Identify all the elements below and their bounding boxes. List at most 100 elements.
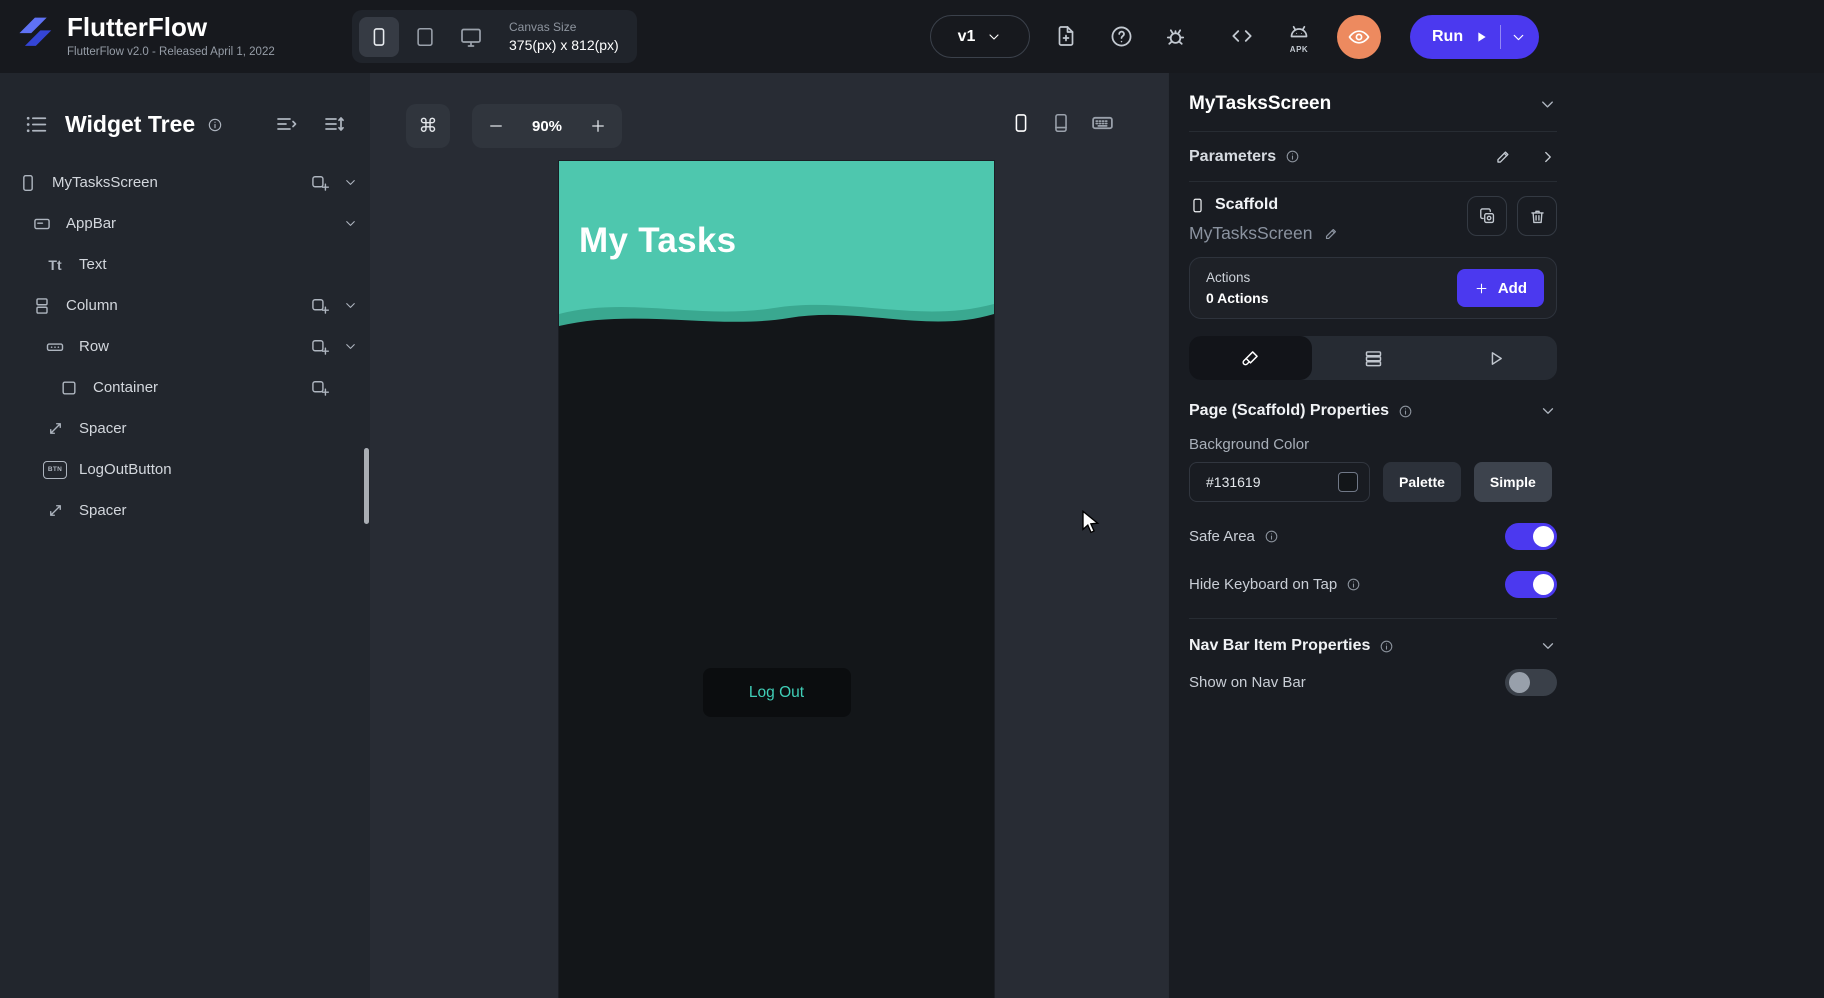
safe-area-row: Safe Area — [1189, 523, 1557, 550]
phone-dock-view-button[interactable] — [1050, 112, 1072, 134]
delete-widget-button[interactable] — [1517, 196, 1557, 236]
chevron-right-icon — [1545, 151, 1551, 162]
chevron-down-icon[interactable] — [1539, 402, 1557, 420]
appbar-wave-decoration — [559, 288, 994, 326]
parameters-row[interactable]: Parameters — [1189, 132, 1557, 181]
pencil-icon — [1325, 229, 1336, 240]
add-widget-icon[interactable] — [310, 296, 330, 316]
copy-widget-button[interactable] — [1467, 196, 1507, 236]
chevron-down-icon[interactable] — [343, 216, 358, 231]
version-label: v1 — [957, 27, 976, 45]
info-icon[interactable] — [1264, 529, 1279, 544]
button-widget-icon: BTN — [43, 460, 67, 479]
chevron-down-icon[interactable] — [1539, 637, 1557, 655]
info-icon[interactable] — [207, 117, 223, 133]
show-on-navbar-toggle[interactable] — [1505, 669, 1557, 696]
device-desktop-button[interactable] — [451, 17, 491, 57]
tree-item-logoutbutton[interactable]: BTN LogOutButton — [0, 449, 370, 490]
chevron-down-icon[interactable] — [343, 339, 358, 354]
add-widget-icon[interactable] — [310, 337, 330, 357]
collapse-all-button[interactable] — [274, 113, 298, 137]
tree-item-spacer[interactable]: Spacer — [0, 408, 370, 449]
parameters-label: Parameters — [1189, 147, 1277, 165]
phone-preview[interactable]: My Tasks Log Out — [559, 161, 994, 998]
navbar-properties-title: Nav Bar Item Properties — [1189, 637, 1371, 654]
info-icon[interactable] — [1285, 149, 1300, 164]
tree-item-label: Text — [79, 256, 107, 273]
keyboard-view-button[interactable] — [1090, 110, 1115, 135]
page-properties-header[interactable]: Page (Scaffold) Properties — [1189, 402, 1557, 420]
navbar-properties-header[interactable]: Nav Bar Item Properties — [1189, 637, 1557, 655]
info-icon[interactable] — [1346, 577, 1361, 592]
tree-item-container[interactable]: Container — [0, 367, 370, 408]
device-phone-button[interactable] — [359, 16, 399, 57]
expand-collapse-button[interactable] — [322, 113, 346, 137]
add-widget-icon[interactable] — [310, 378, 330, 398]
properties-panel: MyTasksScreen Parameters Scaffold MyTask… — [1168, 73, 1824, 998]
phone-view-button[interactable] — [1010, 112, 1032, 134]
logout-button-widget[interactable]: Log Out — [702, 668, 851, 717]
tab-style[interactable] — [1189, 336, 1312, 380]
tree-item-column[interactable]: Column — [0, 285, 370, 326]
new-file-button[interactable] — [1048, 18, 1084, 54]
chevron-down-icon[interactable] — [343, 298, 358, 313]
widget-name-row: MyTasksScreen — [1189, 223, 1340, 244]
preview-eye-button[interactable] — [1337, 15, 1381, 59]
tree-item-appbar[interactable]: AppBar — [0, 203, 370, 244]
keyboard-shortcuts-button[interactable]: ⌘ — [406, 104, 450, 148]
tree-item-spacer[interactable]: Spacer — [0, 490, 370, 531]
sidebar-scrollbar-thumb[interactable] — [364, 448, 369, 524]
background-color-row: Palette Simple — [1189, 462, 1557, 502]
tree-item-mytasksscreen[interactable]: MyTasksScreen — [0, 162, 370, 203]
widget-tree-title: Widget Tree — [65, 111, 196, 137]
play-outline-icon — [1491, 351, 1503, 365]
zoom-in-button[interactable] — [589, 117, 607, 135]
device-switcher: Canvas Size 375(px) x 812(px) — [352, 10, 637, 63]
bug-icon — [1166, 28, 1184, 45]
plus-icon — [1476, 283, 1487, 293]
show-on-navbar-label: Show on Nav Bar — [1189, 674, 1306, 691]
download-apk-button[interactable]: APK — [1277, 14, 1321, 60]
color-hex-input[interactable] — [1204, 473, 1308, 491]
hide-keyboard-toggle[interactable] — [1505, 571, 1557, 598]
canvas-area[interactable]: ⌘ 90% My Tasks Log Out — [370, 73, 1168, 998]
palette-button[interactable]: Palette — [1383, 462, 1461, 502]
tab-actions[interactable] — [1434, 336, 1557, 380]
safe-area-toggle[interactable] — [1505, 523, 1557, 550]
info-icon[interactable] — [1398, 404, 1413, 419]
tab-backend[interactable] — [1312, 336, 1435, 380]
tree-item-text[interactable]: Tt Text — [0, 244, 370, 285]
zoom-out-button[interactable] — [487, 117, 505, 135]
tree-item-label: Row — [79, 338, 110, 355]
color-swatch[interactable] — [1338, 472, 1358, 492]
view-code-button[interactable] — [1224, 18, 1260, 54]
rename-widget-button[interactable] — [1323, 225, 1340, 242]
flutterflow-logo — [19, 17, 52, 46]
collapse-panel-button[interactable] — [1538, 95, 1557, 114]
add-action-button[interactable]: Add — [1456, 269, 1544, 307]
edit-parameters-button[interactable] — [1494, 147, 1513, 166]
run-button-group: Run — [1410, 15, 1540, 59]
zoom-level: 90% — [531, 117, 563, 135]
tree-list-icon — [26, 116, 47, 133]
info-icon[interactable] — [1379, 639, 1394, 654]
chevron-down-icon[interactable] — [343, 175, 358, 190]
phone-appbar-title[interactable]: My Tasks — [579, 221, 736, 261]
bug-report-button[interactable] — [1157, 18, 1193, 54]
canvas-size-value: 375(px) x 812(px) — [509, 37, 619, 53]
plus-icon — [592, 120, 604, 132]
canvas-view-options — [1010, 110, 1115, 135]
tree-item-row[interactable]: Row — [0, 326, 370, 367]
android-icon — [1290, 25, 1308, 38]
run-options-button[interactable] — [1510, 29, 1527, 46]
open-parameters-button[interactable] — [1539, 148, 1557, 166]
tree-item-label: Container — [93, 379, 159, 396]
actions-box: Actions 0 Actions Add — [1189, 257, 1557, 319]
device-tablet-button[interactable] — [405, 17, 445, 57]
version-dropdown[interactable]: v1 — [930, 15, 1030, 58]
color-hex-field[interactable] — [1189, 462, 1370, 502]
simple-button[interactable]: Simple — [1473, 462, 1552, 502]
add-widget-icon[interactable] — [310, 173, 330, 193]
run-button[interactable]: Run — [1432, 28, 1489, 46]
help-button[interactable] — [1103, 18, 1139, 54]
